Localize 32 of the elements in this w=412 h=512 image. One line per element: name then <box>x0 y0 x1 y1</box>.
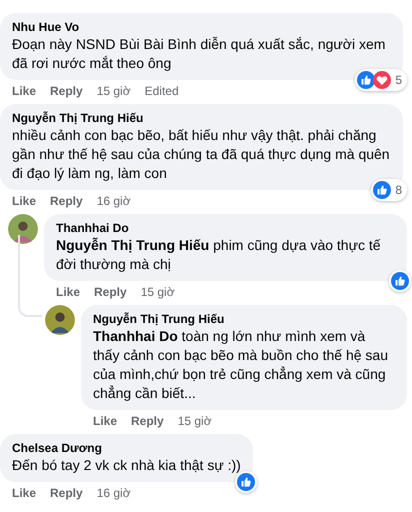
avatar-icon[interactable] <box>45 305 75 335</box>
author-name[interactable]: Nguyễn Thị Trung Hiếu <box>12 110 391 126</box>
like-link[interactable]: Like <box>12 84 36 99</box>
reaction-badge[interactable]: 5 <box>355 69 407 91</box>
like-link[interactable]: Like <box>56 285 80 300</box>
reaction-count: 8 <box>394 183 403 197</box>
timestamp[interactable]: 16 giờ <box>96 194 131 209</box>
reaction-badge[interactable]: 8 <box>371 179 407 201</box>
author-name[interactable]: Nguyễn Thị Trung Hiếu <box>93 311 395 327</box>
comment-text: Nguyễn Thị Trung Hiếu phim cũng dựa vào thực tế đời thường mà chị <box>56 236 382 274</box>
author-name[interactable]: Chelsea Dương <box>12 440 241 456</box>
avatar-icon[interactable] <box>8 214 38 244</box>
timestamp[interactable]: 15 giờ <box>96 84 131 99</box>
reply-link[interactable]: Reply <box>131 414 164 429</box>
comment-text: Đến bó tay 2 vk ck nhà kia thật sự :)) <box>12 456 241 475</box>
timestamp[interactable]: 15 giờ <box>178 414 212 429</box>
reply-link[interactable]: Reply <box>50 194 83 209</box>
author-name[interactable]: Nhu Hue Vo <box>12 19 391 35</box>
comment-text: Thanhhai Do toàn ng lớn như mình xem và thấy cảnh con bạc bẽo mà buồn cho thế hệ sau của mình,chứ bọn trẻ cũng chẳng xem và cũng chẳng cần biết... <box>93 327 389 403</box>
timestamp[interactable]: 15 giờ <box>140 285 175 300</box>
reply-link[interactable]: Reply <box>50 84 83 99</box>
author-name[interactable]: Thanhhai Do <box>56 220 395 236</box>
thumbs-up-icon <box>391 272 409 290</box>
reaction-badge[interactable] <box>389 270 411 292</box>
like-link[interactable]: Like <box>93 414 118 429</box>
like-link[interactable]: Like <box>12 486 36 501</box>
timestamp[interactable]: 16 giờ <box>96 486 131 501</box>
reaction-count: 5 <box>394 73 403 87</box>
like-link[interactable]: Like <box>12 194 36 209</box>
reply-link[interactable]: Reply <box>94 285 127 300</box>
reply-link[interactable]: Reply <box>50 486 83 501</box>
edited-label: Edited <box>144 84 179 99</box>
